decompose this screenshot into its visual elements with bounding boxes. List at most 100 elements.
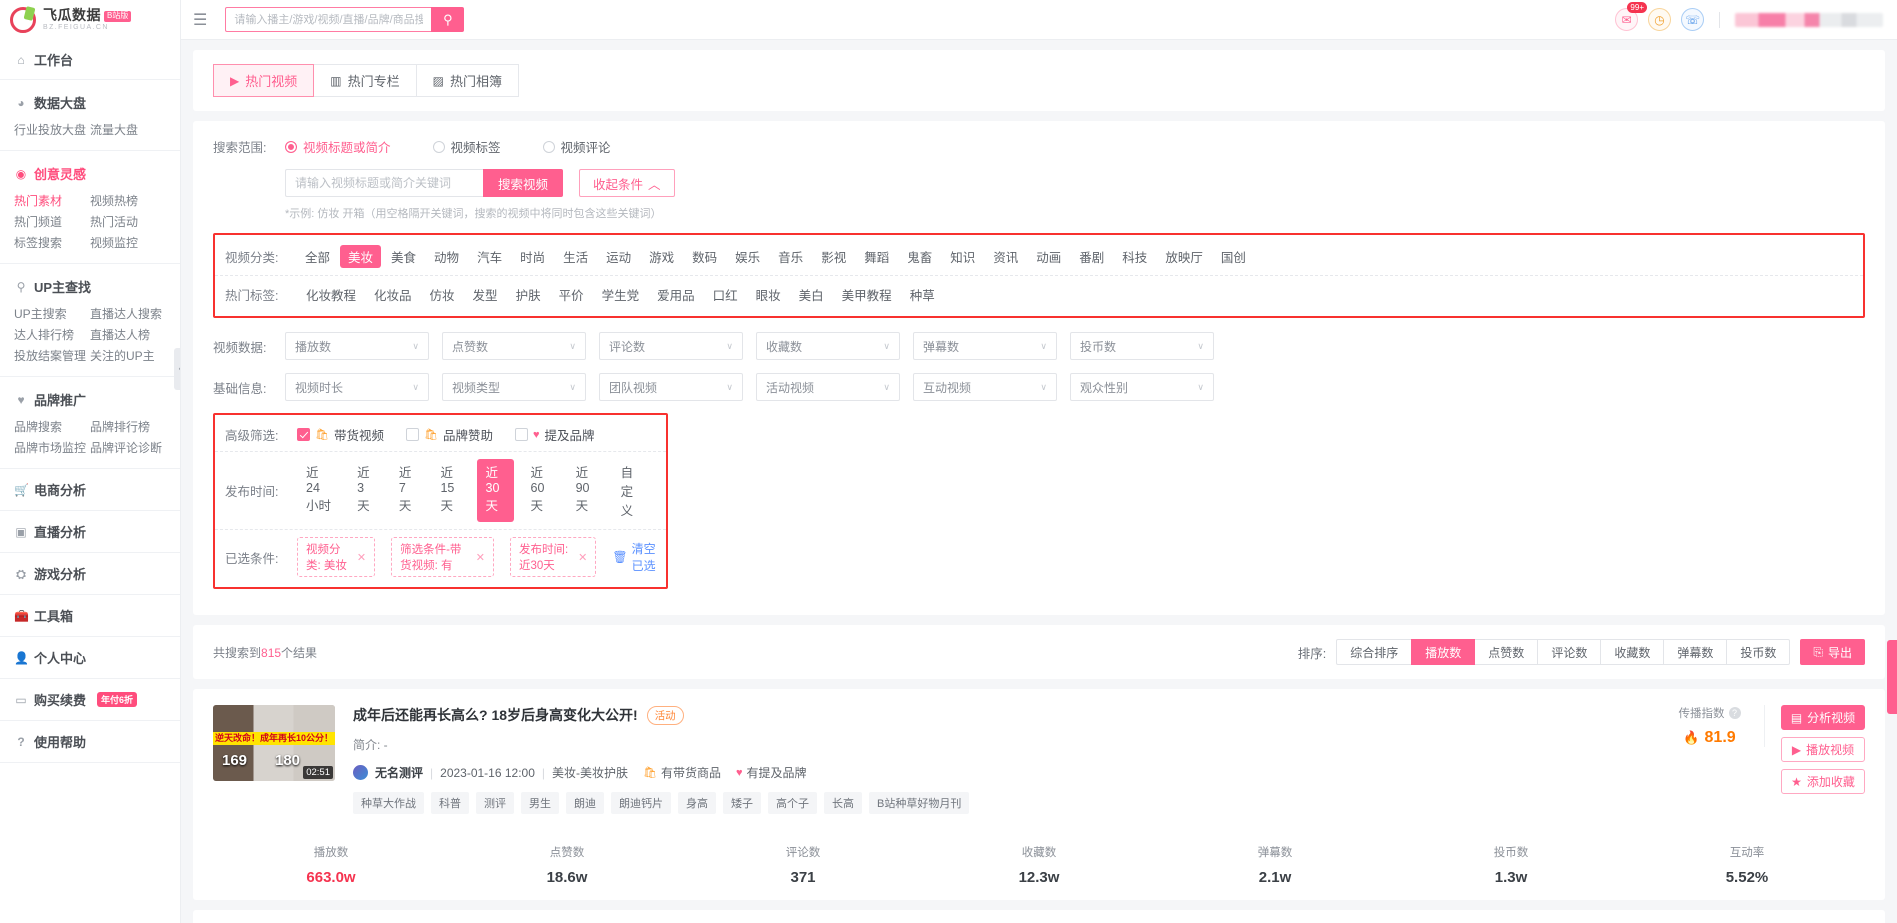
scope-option-0[interactable]: 视频标题或简介	[285, 137, 391, 156]
sidebar-item-购买续费[interactable]: ▭ 购买续费 年付6折	[0, 686, 180, 713]
sidebar-item-直播达人搜索[interactable]: 直播达人搜索	[90, 304, 166, 325]
hot-tag-口红[interactable]: 口红	[704, 283, 747, 306]
close-icon[interactable]: ✕	[578, 551, 587, 564]
basic-info-select-活动视频[interactable]: 活动视频 ∨	[756, 373, 900, 401]
action-分析视频[interactable]: ▤ 分析视频	[1781, 705, 1865, 730]
sort-option-收藏数[interactable]: 收藏数	[1600, 639, 1665, 665]
clear-selected-button[interactable]: 🗑 清空已选	[612, 540, 656, 574]
sort-option-点赞数[interactable]: 点赞数	[1474, 639, 1539, 665]
video-data-select-投币数[interactable]: 投币数 ∨	[1070, 332, 1214, 360]
hot-tag-眼妆[interactable]: 眼妆	[747, 283, 790, 306]
publish-time-近15天[interactable]: 近15天	[431, 459, 468, 522]
category-资讯[interactable]: 资讯	[985, 245, 1026, 268]
video-tag-测评[interactable]: 测评	[476, 792, 514, 814]
sidebar-item-直播分析[interactable]: ▣ 直播分析	[0, 518, 180, 545]
category-美妆[interactable]: 美妆	[340, 245, 382, 268]
hot-tag-护肤[interactable]: 护肤	[507, 283, 550, 306]
video-data-select-弹幕数[interactable]: 弹幕数 ∨	[913, 332, 1057, 360]
video-tag-种草大作战[interactable]: 种草大作战	[353, 792, 424, 814]
sidebar-item-游戏分析[interactable]: ⛭ 游戏分析	[0, 560, 180, 587]
video-tag-高个子[interactable]: 高个子	[768, 792, 817, 814]
help-icon[interactable]: ?	[1728, 707, 1741, 719]
close-icon[interactable]: ✕	[476, 551, 485, 564]
category-鬼畜[interactable]: 鬼畜	[899, 245, 940, 268]
search-video-button[interactable]: 搜索视频	[483, 169, 564, 197]
video-tag-B站种草好物月刊[interactable]: B站种草好物月刊	[869, 792, 970, 814]
sidebar-item-达人排行榜[interactable]: 达人排行榜	[14, 325, 90, 346]
hot-tag-美白[interactable]: 美白	[790, 283, 833, 306]
sidebar-item-行业投放大盘[interactable]: 行业投放大盘	[14, 120, 90, 141]
hot-tag-种草[interactable]: 种草	[901, 283, 944, 306]
keyword-input[interactable]	[285, 169, 483, 197]
sidebar-item-品牌搜索[interactable]: 品牌搜索	[14, 417, 90, 438]
sort-option-弹幕数[interactable]: 弹幕数	[1663, 639, 1728, 665]
author-name[interactable]: 无名测评	[375, 764, 423, 781]
video-data-select-播放数[interactable]: 播放数 ∨	[285, 332, 429, 360]
basic-info-select-观众性别[interactable]: 观众性别 ∨	[1070, 373, 1214, 401]
sidebar-item-视频监控[interactable]: 视频监控	[90, 233, 166, 254]
video-data-select-点赞数[interactable]: 点赞数 ∨	[442, 332, 586, 360]
sidebar-group-title-3[interactable]: ♥ 品牌推广	[0, 386, 180, 413]
scope-option-1[interactable]: 视频标签	[432, 137, 501, 156]
hot-tag-化妆教程[interactable]: 化妆教程	[297, 283, 365, 306]
category-放映厅[interactable]: 放映厅	[1157, 245, 1211, 268]
headset-icon[interactable]: ☏	[1681, 8, 1704, 31]
sidebar-item-热门频道[interactable]: 热门频道	[14, 212, 90, 233]
hot-tag-平价[interactable]: 平价	[550, 283, 593, 306]
category-数码[interactable]: 数码	[684, 245, 725, 268]
video-tag-男生[interactable]: 男生	[521, 792, 559, 814]
basic-info-select-视频时长[interactable]: 视频时长 ∨	[285, 373, 429, 401]
video-data-select-评论数[interactable]: 评论数 ∨	[599, 332, 743, 360]
hot-tag-仿妆[interactable]: 仿妆	[421, 283, 464, 306]
category-舞蹈[interactable]: 舞蹈	[856, 245, 897, 268]
selected-chip-2[interactable]: 发布时间: 近30天 ✕	[510, 537, 597, 577]
sidebar-item-工具箱[interactable]: 🧰 工具箱	[0, 602, 180, 629]
sidebar-group-title-1[interactable]: ◉ 创意灵感	[0, 160, 180, 187]
sort-option-播放数[interactable]: 播放数	[1411, 639, 1476, 665]
advanced-check-带货视频[interactable]: 🛍 带货视频	[297, 425, 384, 444]
category-科技[interactable]: 科技	[1114, 245, 1155, 268]
category-运动[interactable]: 运动	[598, 245, 639, 268]
hot-tag-化妆品[interactable]: 化妆品	[365, 283, 421, 306]
tab-热门专栏[interactable]: ▥ 热门专栏	[313, 64, 417, 97]
basic-info-select-团队视频[interactable]: 团队视频 ∨	[599, 373, 743, 401]
sidebar-item-投放结案管理[interactable]: 投放结案管理	[14, 346, 90, 367]
video-tag-朗迪钙片[interactable]: 朗迪钙片	[611, 792, 671, 814]
basic-info-select-视频类型[interactable]: 视频类型 ∨	[442, 373, 586, 401]
sidebar-item-品牌排行榜[interactable]: 品牌排行榜	[90, 417, 166, 438]
category-时尚[interactable]: 时尚	[512, 245, 553, 268]
publish-time-自定义[interactable]: 自定义	[612, 459, 648, 522]
floating-side-tab[interactable]	[1887, 640, 1897, 714]
basic-info-select-互动视频[interactable]: 互动视频 ∨	[913, 373, 1057, 401]
export-button[interactable]: ⎘ 导出	[1800, 639, 1865, 665]
category-影视[interactable]: 影视	[813, 245, 854, 268]
video-thumbnail[interactable]: 逆天改命！成年再长10公分！ 169 180 02:51	[213, 705, 335, 781]
sort-option-综合排序[interactable]: 综合排序	[1336, 639, 1413, 665]
video-data-select-收藏数[interactable]: 收藏数 ∨	[756, 332, 900, 360]
category-番剧[interactable]: 番剧	[1071, 245, 1112, 268]
sidebar-item-热门素材[interactable]: 热门素材	[14, 191, 90, 212]
category-汽车[interactable]: 汽车	[469, 245, 510, 268]
sidebar-item-个人中心[interactable]: 👤 个人中心	[0, 644, 180, 671]
sidebar-item-流量大盘[interactable]: 流量大盘	[90, 120, 166, 141]
category-娱乐[interactable]: 娱乐	[727, 245, 768, 268]
hot-tag-发型[interactable]: 发型	[464, 283, 507, 306]
sidebar-item-标签搜索[interactable]: 标签搜索	[14, 233, 90, 254]
video-tag-矮子[interactable]: 矮子	[723, 792, 761, 814]
sidebar-item-UP主搜索[interactable]: UP主搜索	[14, 304, 90, 325]
global-search-button[interactable]: ⚲	[431, 7, 465, 32]
close-icon[interactable]: ✕	[357, 551, 366, 564]
sidebar-item-视频热榜[interactable]: 视频热榜	[90, 191, 166, 212]
video-tag-朗迪[interactable]: 朗迪	[566, 792, 604, 814]
menu-icon[interactable]: ☰	[193, 10, 207, 30]
category-游戏[interactable]: 游戏	[641, 245, 682, 268]
category-动物[interactable]: 动物	[426, 245, 467, 268]
advanced-check-提及品牌[interactable]: ♥ 提及品牌	[514, 425, 595, 444]
hot-tag-爱用品[interactable]: 爱用品	[648, 283, 704, 306]
sort-option-投币数[interactable]: 投币数	[1726, 639, 1791, 665]
sidebar-item-电商分析[interactable]: 🛒 电商分析	[0, 476, 180, 503]
publish-time-近3天[interactable]: 近3天	[348, 459, 382, 522]
selected-chip-0[interactable]: 视频分类: 美妆 ✕	[297, 537, 376, 577]
video-tag-身高[interactable]: 身高	[678, 792, 716, 814]
tab-热门相簿[interactable]: ▨ 热门相簿	[415, 64, 519, 97]
